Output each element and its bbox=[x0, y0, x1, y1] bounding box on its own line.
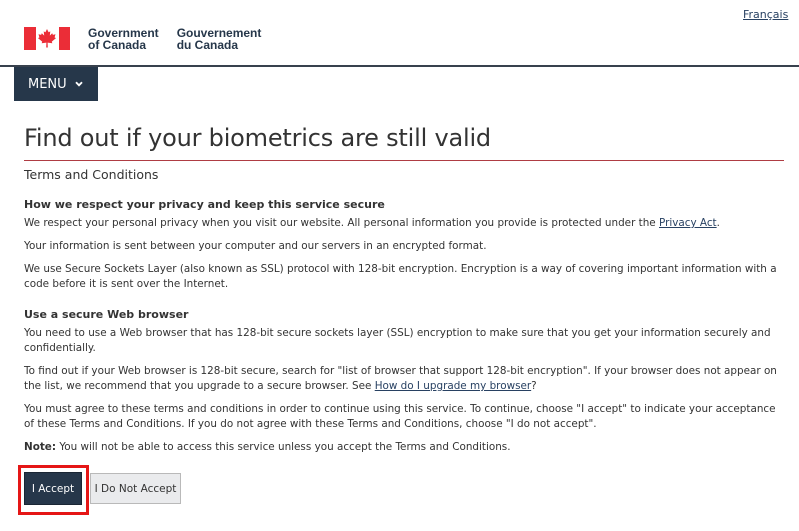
canada-flag-icon bbox=[24, 27, 70, 50]
signature-english: Government of Canada bbox=[88, 27, 159, 51]
section-heading: Terms and Conditions bbox=[24, 167, 159, 182]
browser-paragraph-1: You need to use a Web browser that has 1… bbox=[24, 327, 771, 354]
signature-fr-line2: du Canada bbox=[176, 38, 239, 52]
browser-heading: Use a secure Web browser bbox=[24, 308, 189, 321]
privacy-paragraph-1: We respect your personal privacy when yo… bbox=[24, 217, 720, 229]
privacy-paragraph-2: Your information is sent between your co… bbox=[24, 240, 487, 252]
terms-content: Terms and Conditions How we respect your… bbox=[24, 167, 784, 463]
government-signature[interactable]: Government of Canada Gouvernement du Can… bbox=[24, 27, 261, 51]
chevron-down-icon bbox=[75, 81, 83, 87]
agreement-paragraph: You must agree to these terms and condit… bbox=[24, 403, 776, 430]
decline-button[interactable]: I Do Not Accept bbox=[90, 473, 181, 504]
note-label: Note: bbox=[24, 441, 57, 453]
upgrade-browser-link[interactable]: How do I upgrade my browser bbox=[375, 380, 531, 392]
privacy-heading: How we respect your privacy and keep thi… bbox=[24, 198, 385, 211]
title-divider bbox=[24, 160, 784, 161]
signature-french: Gouvernement du Canada bbox=[177, 27, 262, 51]
privacy-paragraph-3: We use Secure Sockets Layer (also known … bbox=[24, 263, 777, 290]
accept-button[interactable]: I Accept bbox=[25, 473, 81, 504]
page-title: Find out if your biometrics are still va… bbox=[24, 124, 491, 152]
action-buttons: I Accept I Do Not Accept bbox=[18, 465, 188, 515]
note-paragraph: Note: You will not be able to access thi… bbox=[24, 441, 511, 453]
menu-button[interactable]: MENU bbox=[14, 67, 98, 101]
header-divider bbox=[0, 65, 799, 67]
browser-paragraph-2: To find out if your Web browser is 128-b… bbox=[24, 365, 777, 392]
menu-label: MENU bbox=[28, 76, 67, 92]
language-toggle-link[interactable]: Français bbox=[743, 8, 788, 21]
signature-en-line2: of Canada bbox=[88, 38, 147, 52]
privacy-act-link[interactable]: Privacy Act bbox=[659, 217, 717, 229]
